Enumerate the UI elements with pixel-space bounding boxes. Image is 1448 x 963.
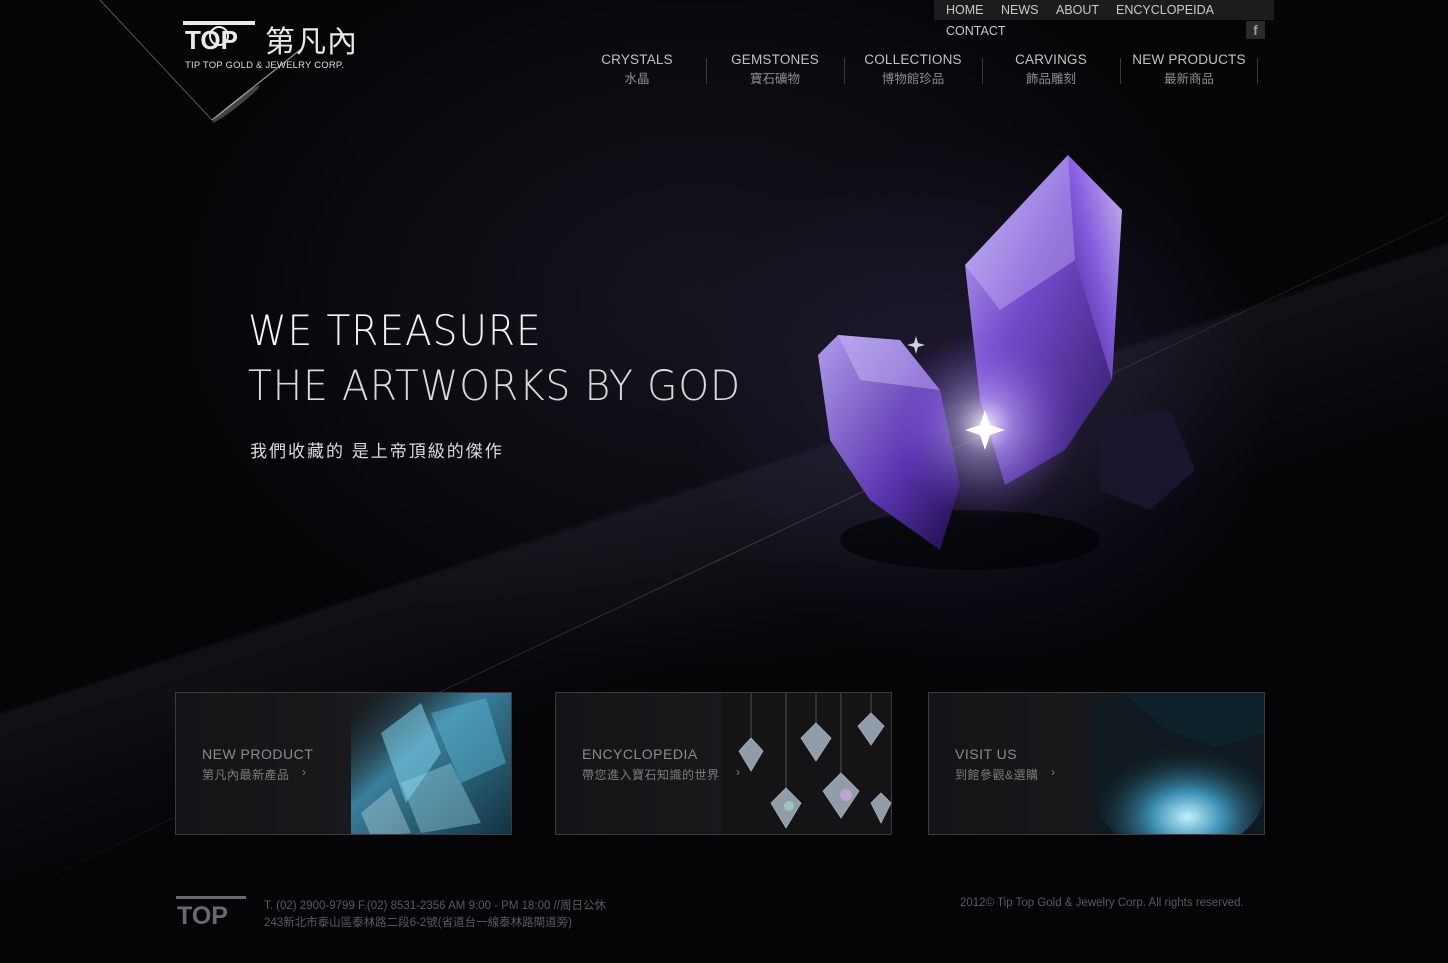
main-nav-label-zh: 博物館珍品 xyxy=(881,72,945,86)
crystal-cluster-thumbnail xyxy=(351,693,511,834)
main-nav-label-en: CRYSTALS xyxy=(601,52,673,67)
main-nav-label-en: NEW PRODUCTS xyxy=(1132,52,1246,67)
brand-logo[interactable]: TOP 第凡內 TIP TOP GOLD & JEWELRY CORP. xyxy=(183,15,363,75)
amethyst-crystal-image xyxy=(818,155,1195,570)
facebook-icon[interactable]: f xyxy=(1246,21,1265,39)
footer-logo-letters: TOP xyxy=(177,902,228,927)
card-subtitle: 到館參觀&選購 xyxy=(955,768,1039,782)
main-nav-label-zh: 水晶 xyxy=(624,72,650,86)
main-nav-label-en: CARVINGS xyxy=(1015,52,1087,67)
hero-subtitle: 我們收藏的 是上帝頂級的傑作 xyxy=(250,442,504,461)
nav-encyclopedia-link[interactable]: ENCYCLOPEIDA xyxy=(1116,3,1214,17)
main-nav-label-zh: 飾品雕刻 xyxy=(1025,72,1076,86)
main-nav-label-en: GEMSTONES xyxy=(731,52,819,67)
nav-news-link[interactable]: NEWS xyxy=(1001,3,1039,17)
footer-copyright: 2012© Tip Top Gold & Jewelry Corp. All r… xyxy=(960,897,1244,909)
chevron-right-icon: › xyxy=(736,765,740,779)
nav-divider xyxy=(1257,58,1258,84)
card-subtitle: 第凡內最新產品 xyxy=(202,768,290,782)
card-new-product[interactable]: NEW PRODUCT 第凡內最新產品 › xyxy=(175,692,512,835)
card-subtitle: 帶您進入寶石知識的世界 xyxy=(582,768,720,782)
footer-top-logo-icon: TOP xyxy=(176,896,246,927)
footer-contact-info: T. (02) 2900-9799 F.(02) 8531-2356 AM 9:… xyxy=(264,900,606,912)
footer-address: 243新北市泰山區泰林路二段6-2號(省道台一線泰林路閘道旁) xyxy=(264,917,572,929)
nav-about-link[interactable]: ABOUT xyxy=(1056,3,1099,17)
main-nav-new-products[interactable]: NEW PRODUCTS 最新商品 xyxy=(1120,52,1258,87)
card-title: NEW PRODUCT xyxy=(202,746,314,762)
top-logo-icon: TOP xyxy=(183,21,255,53)
hanging-crystals-thumbnail xyxy=(721,693,891,834)
card-encyclopedia[interactable]: ENCYCLOPEDIA 帶您進入寶石知識的世界 › xyxy=(555,692,892,835)
hero-headline-line2: THE ARTWORKS BY GOD xyxy=(248,361,742,410)
brand-name-en: TIP TOP GOLD & JEWELRY CORP. xyxy=(185,60,345,71)
chevron-right-icon: › xyxy=(302,765,306,779)
main-nav-gemstones[interactable]: GEMSTONES 寶石礦物 xyxy=(706,52,844,87)
top-utility-nav: HOME NEWS ABOUT ENCYCLOPEIDA xyxy=(934,0,1274,20)
main-nav-collections[interactable]: COLLECTIONS 博物館珍品 xyxy=(844,52,982,87)
nav-home-link[interactable]: HOME xyxy=(946,3,984,17)
brand-name-cn: 第凡內 xyxy=(265,25,358,60)
main-nav-label-en: COLLECTIONS xyxy=(864,52,962,67)
main-nav-crystals[interactable]: CRYSTALS 水晶 xyxy=(568,52,706,87)
card-title: ENCYCLOPEDIA xyxy=(582,746,698,762)
hero-headline-line1: WE TREASURE xyxy=(248,306,542,355)
main-nav-carvings[interactable]: CARVINGS 飾品雕刻 xyxy=(982,52,1120,87)
card-title: VISIT US xyxy=(955,746,1018,762)
chevron-right-icon: › xyxy=(1051,765,1055,779)
main-nav-label-zh: 寶石礦物 xyxy=(749,72,800,86)
main-nav-label-zh: 最新商品 xyxy=(1163,72,1214,86)
card-visit-us[interactable]: VISIT US 到館參觀&選購 › xyxy=(928,692,1265,835)
crystal-cave-thumbnail xyxy=(1094,693,1264,834)
nav-contact-link[interactable]: CONTACT xyxy=(946,24,1006,38)
